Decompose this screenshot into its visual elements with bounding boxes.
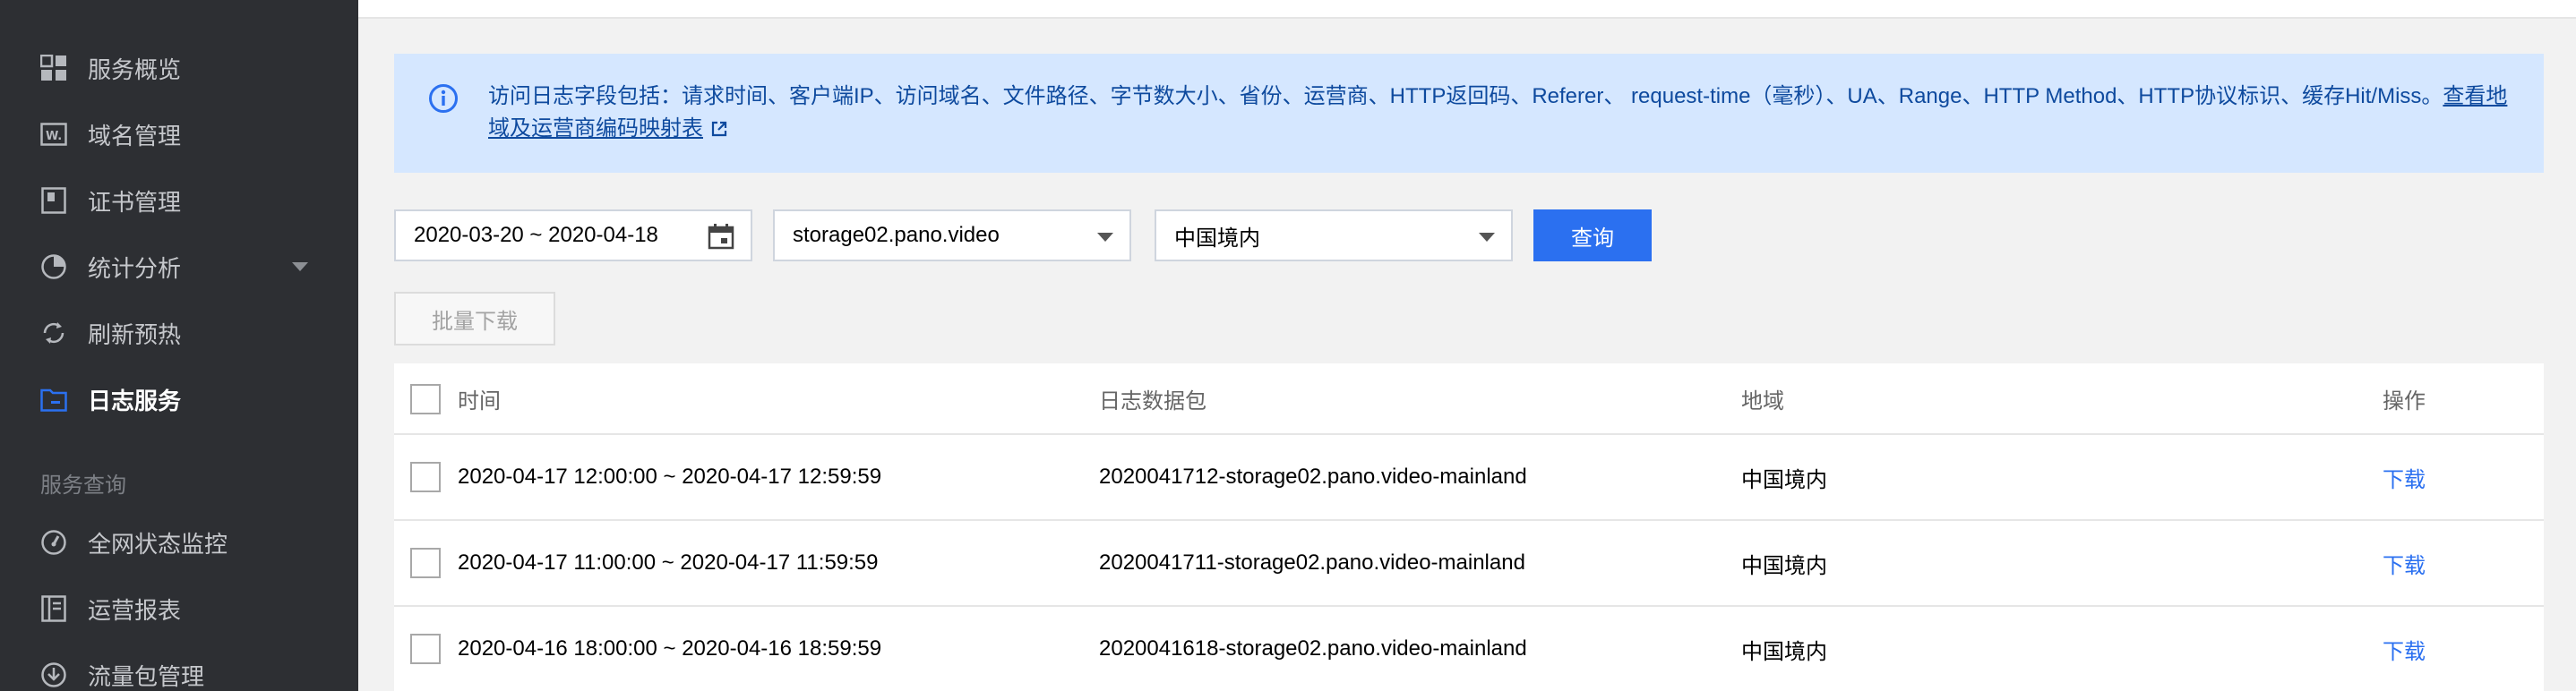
date-range-value: 2020-03-20 ~ 2020-04-18 — [414, 223, 658, 247]
row-region: 中国境内 — [1741, 553, 1827, 578]
gauge-icon — [39, 528, 68, 557]
row-checkbox[interactable] — [410, 548, 441, 578]
table-row: 2020-04-17 11:00:00 ~ 2020-04-17 11:59:5… — [394, 521, 2544, 607]
info-notice: 访问日志字段包括：请求时间、客户端IP、访问域名、文件路径、字节数大小、省份、运… — [394, 54, 2544, 173]
domain-select[interactable]: storage02.pano.video — [773, 209, 1131, 261]
row-checkbox[interactable] — [410, 462, 441, 492]
info-icon — [429, 84, 458, 113]
sidebar-item-monitor[interactable]: 全网状态监控 — [0, 516, 358, 569]
chevron-down-icon — [292, 262, 308, 271]
sidebar-item-domain[interactable]: W. 域名管理 — [0, 107, 358, 161]
row-checkbox[interactable] — [410, 634, 441, 664]
refresh-icon — [39, 319, 68, 347]
notice-body: 访问日志字段包括：请求时间、客户端IP、访问域名、文件路径、字节数大小、省份、运… — [488, 84, 2443, 108]
report-icon — [39, 594, 68, 623]
sidebar-section-title: 服务查询 — [40, 473, 126, 498]
external-link-icon — [711, 121, 727, 137]
pie-chart-icon — [39, 252, 68, 281]
query-button[interactable]: 查询 — [1533, 209, 1652, 261]
sidebar-item-label: 流量包管理 — [88, 662, 205, 690]
domain-select-value: storage02.pano.video — [793, 223, 1000, 247]
region-select[interactable]: 中国境内 — [1155, 209, 1513, 261]
region-select-value: 中国境内 — [1174, 226, 1260, 251]
sidebar-item-package[interactable]: 流量包管理 — [0, 648, 358, 691]
sidebar-item-label: 证书管理 — [88, 188, 182, 216]
notice-text: 访问日志字段包括：请求时间、客户端IP、访问域名、文件路径、字节数大小、省份、运… — [488, 81, 2512, 145]
sidebar-item-refresh[interactable]: 刷新预热 — [0, 306, 358, 360]
select-all-checkbox[interactable] — [410, 384, 441, 414]
header-time: 时间 — [458, 388, 501, 414]
header-package: 日志数据包 — [1099, 388, 1206, 414]
certificate-icon — [39, 186, 68, 215]
sidebar-item-label: 统计分析 — [88, 254, 182, 282]
sidebar: 服务概览 W. 域名管理 证书管理 统计分析 刷新预热 日志服务 服务查询 全网… — [0, 0, 358, 691]
row-time: 2020-04-17 12:00:00 ~ 2020-04-17 12:59:5… — [458, 465, 882, 489]
row-time: 2020-04-16 18:00:00 ~ 2020-04-16 18:59:5… — [458, 636, 882, 661]
row-package: 2020041618-storage02.pano.video-mainland — [1099, 636, 1527, 661]
folder-icon — [39, 385, 68, 414]
row-package: 2020041712-storage02.pano.video-mainland — [1099, 465, 1527, 489]
row-time: 2020-04-17 11:00:00 ~ 2020-04-17 11:59:5… — [458, 550, 879, 575]
top-bar — [358, 0, 2576, 19]
calendar-icon — [708, 224, 734, 250]
sidebar-item-statistics[interactable]: 统计分析 — [0, 240, 358, 294]
table-row: 2020-04-17 12:00:00 ~ 2020-04-17 12:59:5… — [394, 435, 2544, 521]
chevron-down-icon — [1479, 233, 1495, 242]
row-region: 中国境内 — [1741, 639, 1827, 664]
sidebar-item-log-service[interactable]: 日志服务 — [0, 372, 358, 426]
domain-icon: W. — [39, 120, 68, 149]
download-link[interactable]: 下载 — [2383, 521, 2426, 605]
sidebar-item-certificate[interactable]: 证书管理 — [0, 174, 358, 227]
log-table: 时间 日志数据包 地域 操作 2020-04-17 12:00:00 ~ 202… — [394, 363, 2544, 691]
sidebar-item-label: 域名管理 — [88, 122, 182, 149]
header-action: 操作 — [2383, 388, 2426, 414]
svg-text:W.: W. — [46, 130, 62, 143]
download-link[interactable]: 下载 — [2383, 435, 2426, 519]
sidebar-item-label: 服务概览 — [88, 55, 182, 83]
batch-download-button[interactable]: 批量下载 — [394, 292, 555, 346]
sidebar-item-label: 运营报表 — [88, 596, 182, 624]
download-link[interactable]: 下载 — [2383, 607, 2426, 691]
table-row: 2020-04-16 18:00:00 ~ 2020-04-16 18:59:5… — [394, 607, 2544, 691]
package-icon — [39, 661, 68, 689]
sidebar-item-label: 全网状态监控 — [88, 530, 228, 558]
row-package: 2020041711-storage02.pano.video-mainland — [1099, 550, 1525, 575]
row-region: 中国境内 — [1741, 467, 1827, 492]
grid-icon — [39, 54, 68, 82]
sidebar-item-overview[interactable]: 服务概览 — [0, 41, 358, 95]
table-header: 时间 日志数据包 地域 操作 — [394, 363, 2544, 435]
sidebar-item-report[interactable]: 运营报表 — [0, 582, 358, 636]
sidebar-item-label: 刷新预热 — [88, 320, 182, 348]
chevron-down-icon — [1097, 233, 1113, 242]
sidebar-item-label: 日志服务 — [88, 387, 182, 414]
header-region: 地域 — [1741, 388, 1784, 414]
date-range-picker[interactable]: 2020-03-20 ~ 2020-04-18 — [394, 209, 752, 261]
